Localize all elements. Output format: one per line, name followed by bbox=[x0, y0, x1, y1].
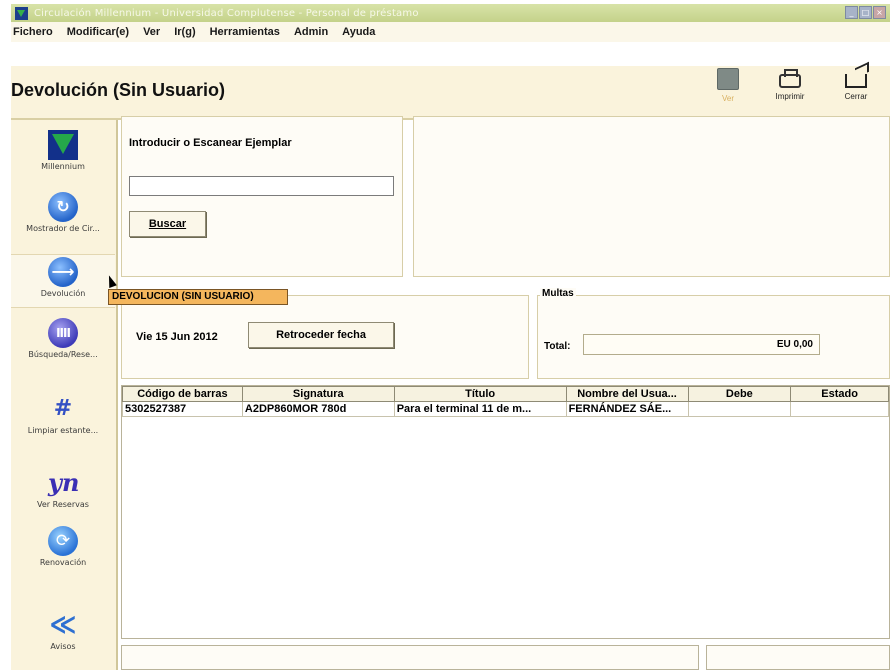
backdate-button[interactable]: Retroceder fecha bbox=[248, 322, 394, 348]
column-header[interactable]: Estado bbox=[790, 386, 889, 402]
call-number-cell: A2DP860MOR 780d bbox=[241, 401, 395, 417]
table-header-row: Código de barras Signatura Título Nombre… bbox=[122, 386, 889, 402]
sidebar-item-label: Búsqueda/Rese... bbox=[28, 350, 98, 359]
menu-bar: Fichero Modificar(e) Ver Ir(g) Herramien… bbox=[11, 22, 890, 42]
return-arrow-icon: ⟶ bbox=[48, 257, 78, 287]
column-header[interactable]: Debe bbox=[687, 386, 792, 402]
menu-ver[interactable]: Ver bbox=[143, 26, 160, 38]
sidebar-item-mostrador[interactable]: ↻ Mostrador de Cir... bbox=[11, 190, 115, 244]
sidebar-item-limpiar[interactable]: # Limpiar estante... bbox=[11, 392, 115, 446]
app-logo-icon bbox=[15, 6, 28, 20]
sidebar-item-busqueda[interactable]: IIII Búsqueda/Rese... bbox=[11, 316, 115, 370]
status-cell bbox=[790, 401, 889, 417]
close-box-icon bbox=[845, 74, 867, 88]
status-bar-right bbox=[706, 645, 890, 670]
sidebar: Millennium ↻ Mostrador de Cir... ⟶ Devol… bbox=[11, 120, 118, 670]
printer-icon bbox=[779, 69, 801, 88]
view-icon bbox=[717, 68, 739, 90]
ver-button[interactable]: Ver bbox=[703, 66, 753, 120]
print-label: Imprimir bbox=[775, 92, 805, 101]
sidebar-item-label: Renovación bbox=[39, 558, 87, 567]
return-date-panel: Vie 15 Jun 2012 Retroceder fecha bbox=[121, 295, 529, 379]
table-row[interactable]: 5302527387 A2DP860MOR 780d Para el termi… bbox=[122, 401, 889, 417]
print-button[interactable]: Imprimir bbox=[765, 66, 815, 120]
sidebar-item-renovacion[interactable]: ⟳ Renovación bbox=[11, 524, 115, 578]
sidebar-item-reservas[interactable]: yn Ver Reservas bbox=[11, 466, 115, 520]
reserves-icon: yn bbox=[48, 468, 80, 497]
page-title: Devolución (Sin Usuario) bbox=[11, 80, 226, 100]
total-label: Total: bbox=[544, 341, 571, 352]
title-bar: Circulación Millennium - Universidad Com… bbox=[11, 4, 890, 22]
column-header[interactable]: Código de barras bbox=[122, 386, 243, 402]
status-bar bbox=[121, 645, 699, 670]
menu-ayuda[interactable]: Ayuda bbox=[342, 26, 375, 38]
menu-ir[interactable]: Ir(g) bbox=[174, 26, 195, 38]
title-cell: Para el terminal 11 de m... bbox=[393, 401, 567, 417]
minimize-icon[interactable]: _ bbox=[845, 6, 858, 19]
sidebar-item-label: Millennium bbox=[41, 162, 85, 171]
search-button[interactable]: Buscar bbox=[129, 211, 206, 237]
millennium-logo-icon bbox=[48, 130, 78, 160]
menu-herramientas[interactable]: Herramientas bbox=[210, 26, 280, 38]
window-title: Circulación Millennium - Universidad Com… bbox=[34, 7, 419, 19]
fines-legend: Multas bbox=[540, 288, 576, 299]
sidebar-item-label: Devolución bbox=[40, 289, 86, 298]
menu-admin[interactable]: Admin bbox=[294, 26, 328, 38]
notices-icon: ≪ bbox=[49, 610, 77, 640]
sidebar-item-avisos[interactable]: ≪ Avisos bbox=[11, 608, 115, 662]
item-info-panel bbox=[413, 116, 890, 277]
refresh-arrow-icon: ↻ bbox=[48, 192, 78, 222]
sidebar-item-label: Avisos bbox=[50, 642, 76, 651]
owed-cell bbox=[687, 401, 792, 417]
menu-modificar[interactable]: Modificar(e) bbox=[67, 26, 129, 38]
column-header[interactable]: Signatura bbox=[241, 386, 395, 402]
column-header[interactable]: Nombre del Usua... bbox=[565, 386, 689, 402]
shelf-hash-icon: # bbox=[53, 396, 73, 421]
maximize-icon[interactable]: □ bbox=[859, 6, 872, 19]
sidebar-item-millennium[interactable]: Millennium bbox=[11, 128, 115, 182]
tooltip-devolucion: DEVOLUCION (SIN USUARIO) bbox=[108, 289, 288, 305]
renew-icon: ⟳ bbox=[48, 526, 78, 556]
sidebar-item-label: Mostrador de Cir... bbox=[26, 224, 100, 233]
close-button[interactable]: Cerrar bbox=[831, 66, 881, 120]
sidebar-item-label: Limpiar estante... bbox=[27, 426, 99, 435]
items-table: Código de barras Signatura Título Nombre… bbox=[121, 385, 890, 639]
scan-panel: Introducir o Escanear Ejemplar Buscar bbox=[121, 116, 403, 277]
current-date: Vie 15 Jun 2012 bbox=[136, 331, 218, 343]
barcode-cell: 5302527387 bbox=[122, 401, 243, 417]
close-label: Cerrar bbox=[844, 92, 868, 101]
sidebar-item-label: Ver Reservas bbox=[37, 500, 89, 509]
menu-fichero[interactable]: Fichero bbox=[13, 26, 53, 38]
column-header[interactable]: Título bbox=[393, 386, 567, 402]
window-controls: _ □ × bbox=[845, 6, 886, 19]
fines-panel: Multas Total: EU 0,00 bbox=[537, 288, 890, 379]
close-window-icon[interactable]: × bbox=[873, 6, 886, 19]
barcode-input[interactable] bbox=[129, 176, 394, 196]
scan-label: Introducir o Escanear Ejemplar bbox=[129, 137, 292, 149]
sidebar-item-devolucion[interactable]: ⟶ Devolución bbox=[11, 254, 115, 308]
total-value: EU 0,00 bbox=[583, 334, 820, 355]
books-icon: IIII bbox=[48, 318, 78, 348]
page-header: Devolución (Sin Usuario) Ver Imprimir Ce… bbox=[11, 66, 890, 120]
ver-label: Ver bbox=[721, 94, 734, 103]
user-name-cell: FERNÁNDEZ SÁE... bbox=[565, 401, 689, 417]
